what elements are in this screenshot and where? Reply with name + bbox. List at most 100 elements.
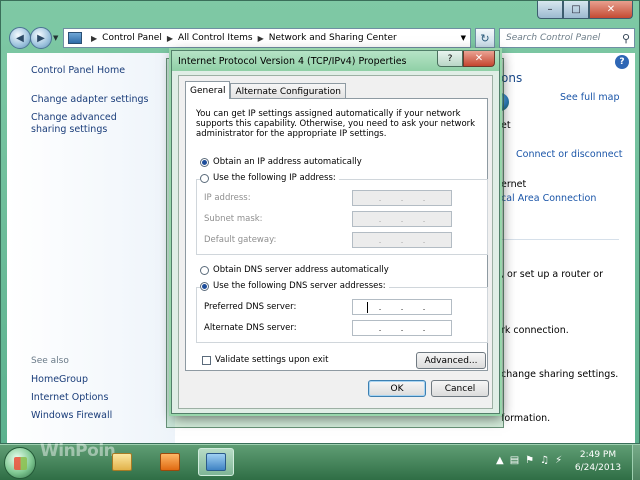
breadcrumb-network-sharing[interactable]: Network and Sharing Center <box>269 33 397 43</box>
search-placeholder: Search Control Panel <box>506 33 601 43</box>
refresh-button[interactable]: ↻ <box>475 28 495 48</box>
action-center-flag-icon[interactable]: ⚑ <box>525 455 534 466</box>
connection-fragment: rk connection. <box>501 325 569 336</box>
see-full-map-link[interactable]: See full map <box>560 92 620 103</box>
alternate-dns-label: Alternate DNS server: <box>204 323 297 333</box>
validate-settings-label: Validate settings upon exit <box>215 355 329 365</box>
taskbar-control-panel[interactable] <box>198 448 234 476</box>
radio-unselected-icon <box>200 173 209 183</box>
change-adapter-settings-link[interactable]: Change adapter settings <box>31 94 148 106</box>
close-icon: ✕ <box>606 4 616 15</box>
volume-icon[interactable]: ♫ <box>540 455 549 466</box>
control-panel-icon <box>68 32 82 44</box>
forward-button[interactable]: ▶ <box>30 27 52 49</box>
breadcrumb-all-items[interactable]: All Control Items <box>178 33 253 43</box>
maximize-icon: □ <box>571 4 581 15</box>
dns-auto-label: Obtain DNS server address automatically <box>213 265 389 275</box>
ip-auto-radio[interactable]: Obtain an IP address automatically <box>200 157 362 167</box>
breadcrumb-control-panel[interactable]: Control Panel <box>102 33 162 43</box>
control-panel-icon <box>206 453 226 471</box>
start-button[interactable] <box>4 447 36 479</box>
ip-address-label: IP address: <box>204 193 251 203</box>
dialog-close-button[interactable]: ✕ <box>463 51 495 67</box>
intro-text: You can get IP settings assigned automat… <box>196 109 476 139</box>
back-button[interactable]: ◀ <box>9 27 31 49</box>
address-bar[interactable]: ▶ Control Panel ▶ All Control Items ▶ Ne… <box>63 28 471 48</box>
chevron-right-icon[interactable]: ▶ <box>167 34 173 43</box>
homegroup-link[interactable]: HomeGroup <box>31 374 88 386</box>
clock-date: 6/24/2013 <box>574 463 622 473</box>
ip-manual-radio[interactable]: Use the following IP address: <box>200 173 339 183</box>
folder-icon <box>112 453 132 471</box>
subnet-mask-input[interactable]: ... <box>352 211 452 227</box>
recent-pages-dropdown[interactable]: ▼ <box>53 34 58 42</box>
text-cursor <box>367 302 368 313</box>
dialog-title: Internet Protocol Version 4 (TCP/IPv4) P… <box>178 56 407 67</box>
preferred-dns-input[interactable]: ... <box>352 299 452 315</box>
sharing-settings-fragment: change sharing settings. <box>501 369 619 380</box>
chevron-right-icon[interactable]: ▶ <box>91 34 97 43</box>
power-icon[interactable]: ⚡ <box>555 455 562 466</box>
default-gateway-input[interactable]: ... <box>352 232 452 248</box>
alternate-dns-input[interactable]: ... <box>352 320 452 336</box>
navigation-bar: ◀ ▶ ▼ ▶ Control Panel ▶ All Control Item… <box>1 25 640 51</box>
ip-manual-label: Use the following IP address: <box>213 173 336 183</box>
advanced-button[interactable]: Advanced... <box>416 352 486 369</box>
default-gateway-label: Default gateway: <box>204 235 277 245</box>
cancel-button[interactable]: Cancel <box>431 380 489 397</box>
advanced-sharing-settings-link[interactable]: Change advanced sharing settings <box>31 112 151 136</box>
general-tab-panel: You can get IP settings assigned automat… <box>185 98 488 371</box>
window-controls: – □ ✕ <box>537 1 633 19</box>
refresh-icon: ↻ <box>480 31 490 45</box>
tab-alternate-configuration[interactable]: Alternate Configuration <box>230 83 346 99</box>
ip-address-input[interactable]: ... <box>352 190 452 206</box>
dialog-title-bar[interactable]: Internet Protocol Version 4 (TCP/IPv4) P… <box>172 51 499 71</box>
search-icon[interactable]: ⚲ <box>622 32 630 45</box>
see-also-heading: See also <box>31 356 69 366</box>
tab-strip: General Alternate Configuration <box>185 81 346 99</box>
help-icon[interactable]: ? <box>615 55 629 69</box>
left-navigation-pane: Control Panel Home Change adapter settin… <box>7 53 175 443</box>
checkbox-unchecked-icon <box>202 355 211 365</box>
back-arrow-icon: ◀ <box>16 32 24 44</box>
help-icon: ? <box>447 53 453 64</box>
close-window-button[interactable]: ✕ <box>589 1 633 19</box>
setup-router-fragment: , or set up a router or <box>501 269 603 280</box>
system-tray: ▲ ▤ ⚑ ♫ ⚡ <box>496 455 562 466</box>
validate-settings-checkbox[interactable]: Validate settings upon exit <box>202 355 328 365</box>
ip-auto-label: Obtain an IP address automatically <box>213 157 362 167</box>
troubleshoot-fragment: formation. <box>501 413 551 424</box>
show-desktop-button[interactable] <box>632 445 640 480</box>
dns-auto-radio[interactable]: Obtain DNS server address automatically <box>200 265 389 275</box>
dialog-help-button[interactable]: ? <box>437 51 463 67</box>
media-player-icon <box>160 453 180 471</box>
radio-unselected-icon <box>200 265 209 275</box>
radio-selected-icon <box>200 157 209 167</box>
search-input[interactable]: Search Control Panel ⚲ <box>499 28 635 48</box>
connect-or-disconnect-link[interactable]: Connect or disconnect <box>516 149 623 160</box>
minimize-button[interactable]: – <box>537 1 563 19</box>
forward-arrow-icon: ▶ <box>37 32 45 44</box>
clock-time: 2:49 PM <box>579 450 617 460</box>
subnet-mask-label: Subnet mask: <box>204 214 263 224</box>
network-icon[interactable]: ▤ <box>510 455 519 466</box>
chevron-right-icon[interactable]: ▶ <box>258 34 264 43</box>
dialog-body: General Alternate Configuration You can … <box>178 75 493 409</box>
windows-firewall-link[interactable]: Windows Firewall <box>31 410 112 422</box>
maximize-button[interactable]: □ <box>563 1 589 19</box>
preferred-dns-label: Preferred DNS server: <box>204 302 297 312</box>
dns-manual-radio[interactable]: Use the following DNS server addresses: <box>200 281 389 291</box>
system-clock[interactable]: 2:49 PM 6/24/2013 <box>568 449 628 475</box>
tab-general[interactable]: General <box>185 81 231 99</box>
internet-options-link[interactable]: Internet Options <box>31 392 108 404</box>
control-panel-home-link[interactable]: Control Panel Home <box>31 65 125 77</box>
taskbar-media-player[interactable] <box>152 448 188 476</box>
ok-button[interactable]: OK <box>368 380 426 397</box>
close-icon: ✕ <box>474 53 484 64</box>
access-type-fragment: ernet <box>501 179 527 190</box>
address-dropdown-icon[interactable]: ▼ <box>461 34 466 42</box>
taskbar-explorer[interactable] <box>104 448 140 476</box>
show-hidden-icons-icon[interactable]: ▲ <box>496 455 504 466</box>
ipv4-properties-dialog: Internet Protocol Version 4 (TCP/IPv4) P… <box>171 50 500 414</box>
local-area-connection-link[interactable]: cal Area Connection <box>501 193 596 204</box>
